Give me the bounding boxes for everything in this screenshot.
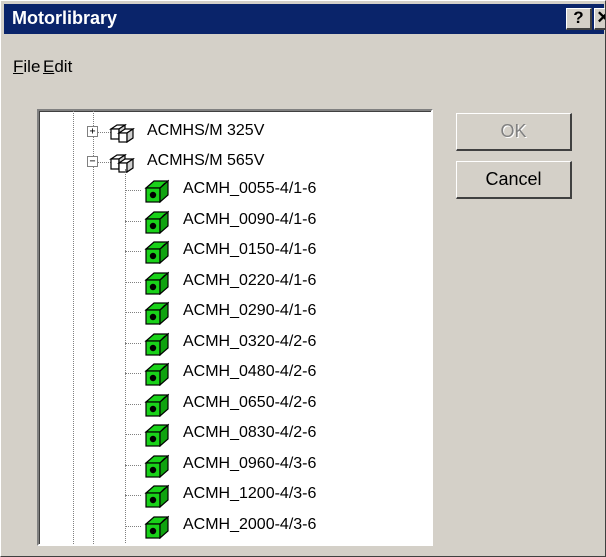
menu-file-accel: F xyxy=(13,57,24,76)
motor-group-icon xyxy=(109,151,135,178)
tree-branch xyxy=(125,373,141,374)
ok-button[interactable]: OK xyxy=(456,113,572,151)
close-button[interactable]: ✕ xyxy=(594,8,605,30)
motor-cube-icon xyxy=(143,208,170,239)
tree-branch xyxy=(125,342,141,344)
tree-motor-item[interactable]: ACMH_0830-4/2-6 xyxy=(183,424,316,442)
tree-branch xyxy=(125,525,141,527)
motor-cube-icon xyxy=(143,421,170,452)
tree-root-line xyxy=(73,111,74,544)
motor-cube-icon xyxy=(143,452,170,483)
tree-motor-item[interactable]: ACMH_0055-4/1-6 xyxy=(183,180,316,198)
tree-motor-item[interactable]: ACMH_1200-4/3-6 xyxy=(183,485,316,503)
menu-edit[interactable]: Edit xyxy=(43,57,72,77)
tree-branch xyxy=(125,281,141,283)
motor-cube-icon xyxy=(143,482,170,513)
motor-cube-icon xyxy=(143,177,170,208)
menu-file-rest: ile xyxy=(23,57,41,76)
tree-group-label[interactable]: ACMHS/M 565V xyxy=(147,152,264,170)
menu-edit-accel: E xyxy=(43,57,55,76)
tree-motor-item[interactable]: ACMH_0320-4/2-6 xyxy=(183,333,316,351)
tree-branch xyxy=(125,495,141,496)
motor-cube-icon xyxy=(143,299,170,330)
tree-motor-item[interactable]: ACMH_0960-4/3-6 xyxy=(183,455,316,473)
motor-cube-icon xyxy=(143,269,170,300)
motor-group-icon xyxy=(109,121,135,148)
motor-tree[interactable]: + ACMHS/M 325V − ACMHS/M 565V ACMH_0055-4… xyxy=(37,109,433,546)
title-bar[interactable]: Motorlibrary ? ✕ xyxy=(4,4,605,34)
tree-group-line xyxy=(93,111,94,544)
cancel-button[interactable]: Cancel xyxy=(456,161,572,199)
motor-cube-icon xyxy=(143,238,170,269)
expander-toggle[interactable]: − xyxy=(87,156,98,167)
menu-edit-rest: dit xyxy=(54,57,73,76)
tree-branch xyxy=(125,434,141,435)
motor-cube-icon xyxy=(143,330,170,361)
tree-motor-item[interactable]: ACMH_0290-4/1-6 xyxy=(183,302,316,320)
tree-motor-item[interactable]: ACMH_0650-4/2-6 xyxy=(183,394,316,412)
tree-branch xyxy=(125,190,141,191)
tree-branch xyxy=(125,220,141,222)
tree-motor-item[interactable]: ACMH_0480-4/2-6 xyxy=(183,363,316,381)
tree-branch xyxy=(125,403,141,405)
tree-motor-item[interactable]: ACMH_0090-4/1-6 xyxy=(183,211,316,229)
tree-group-label[interactable]: ACMHS/M 325V xyxy=(147,122,264,140)
tree-branch xyxy=(125,312,141,313)
motor-cube-icon xyxy=(143,513,170,544)
expander-toggle[interactable]: + xyxy=(87,126,98,137)
menu-file[interactable]: File xyxy=(13,57,40,77)
motor-cube-icon xyxy=(143,391,170,422)
help-button[interactable]: ? xyxy=(566,8,592,30)
tree-child-line xyxy=(125,169,126,544)
tree-branch xyxy=(125,251,141,252)
window-title: Motorlibrary xyxy=(12,8,118,28)
tree-motor-item[interactable]: ACMH_0220-4/1-6 xyxy=(183,272,316,290)
tree-motor-item[interactable]: ACMH_2000-4/3-6 xyxy=(183,516,316,534)
tree-motor-item[interactable]: ACMH_0150-4/1-6 xyxy=(183,241,316,259)
motorlibrary-dialog: Motorlibrary ? ✕ File Edit + ACMHS/M 325… xyxy=(0,0,606,557)
motor-cube-icon xyxy=(143,360,170,391)
tree-branch xyxy=(125,464,141,466)
